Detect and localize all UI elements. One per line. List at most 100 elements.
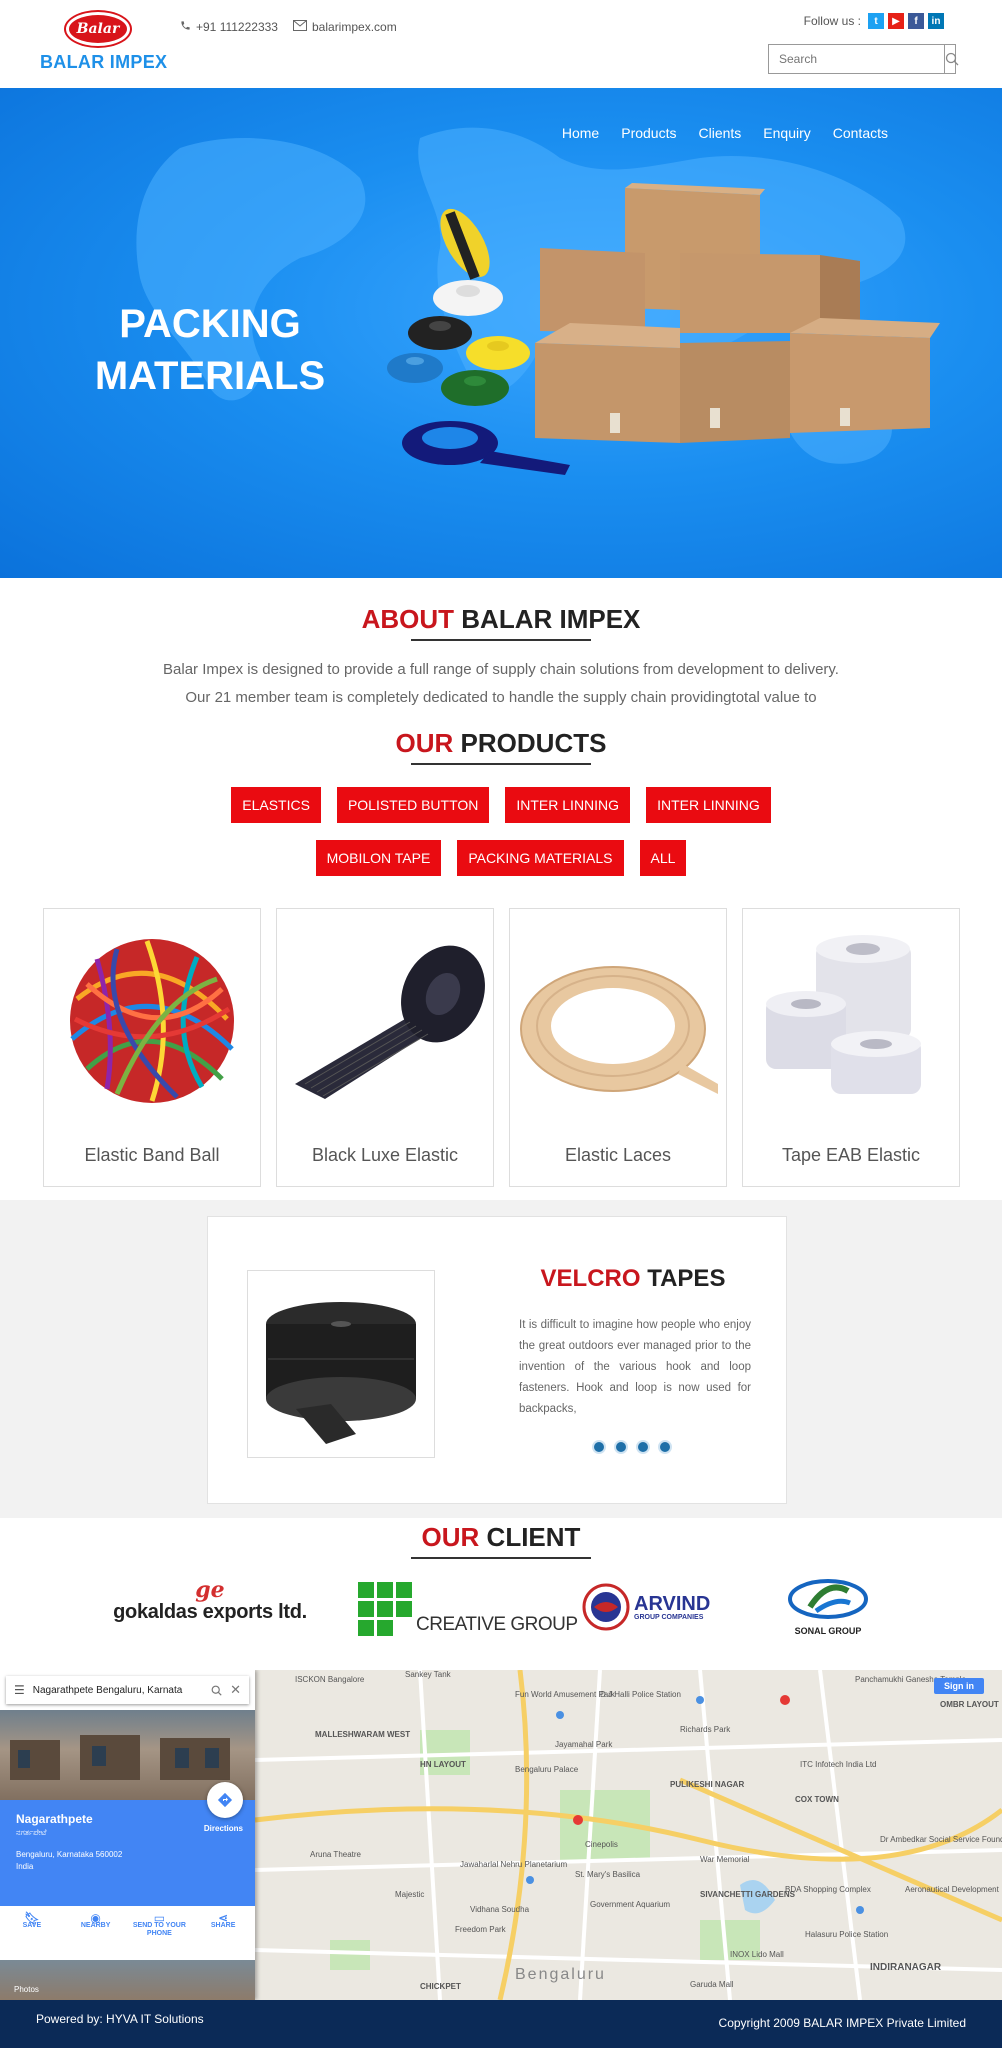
nearby-action[interactable]: ◉ NEARBY <box>68 1911 124 1930</box>
youtube-icon[interactable]: ▶ <box>888 13 904 29</box>
filter-elastics[interactable]: ELASTICS <box>231 787 321 823</box>
products-title-red: OUR <box>395 728 454 758</box>
slider-dot[interactable] <box>658 1440 672 1454</box>
nav-contacts[interactable]: Contacts <box>833 125 888 141</box>
feature-title: VELCRO TAPES <box>508 1265 758 1293</box>
arvind-mark <box>582 1583 630 1631</box>
title-underline <box>411 1557 591 1559</box>
google-map[interactable]: ISCKON Bangalore Sankey Tank Fun World A… <box>0 1670 1002 2000</box>
feature-card: VELCRO TAPES It is difficult to imagine … <box>207 1216 787 1504</box>
email-link[interactable]: balarimpex.com <box>312 20 397 34</box>
slider-dot[interactable] <box>592 1440 606 1454</box>
phone-send-icon: ▭ <box>153 1911 166 1925</box>
about-line2: Our 21 member team is completely dedicat… <box>185 689 817 706</box>
map-label: Dr Ambedkar Social Service Foundation <box>880 1835 1002 1844</box>
map-search-input[interactable] <box>32 1684 204 1696</box>
sonal-mark <box>788 1579 868 1619</box>
map-label: HN LAYOUT <box>420 1760 466 1769</box>
product-name[interactable]: Black Luxe Elastic <box>277 1145 493 1166</box>
email-contact: balarimpex.com <box>293 20 397 34</box>
nav-products[interactable]: Products <box>621 125 676 141</box>
creative-group-logo[interactable]: CREATIVE GROUP <box>358 1582 578 1636</box>
map-label: OMBR LAYOUT <box>940 1700 999 1709</box>
nav-enquiry[interactable]: Enquiry <box>763 125 810 141</box>
filter-inter-linning[interactable]: INTER LINNING <box>505 787 631 823</box>
product-filter-row1: ELASTICS POLISTED BUTTON INTER LINNING I… <box>0 787 1002 823</box>
nav-home[interactable]: Home <box>562 125 599 141</box>
map-label: INDIRANAGAR <box>870 1962 942 1973</box>
directions-button[interactable] <box>207 1782 243 1818</box>
gokaldas-name: gokaldas exports ltd. <box>113 1601 307 1623</box>
place-country: India <box>16 1862 34 1871</box>
share-action[interactable]: ⋖ SHARE <box>195 1911 251 1930</box>
about-line1: Balar Impex is designed to provide a ful… <box>163 661 839 678</box>
search-icon[interactable] <box>211 1685 222 1696</box>
feature-title-rest: TAPES <box>640 1265 726 1292</box>
brand-name[interactable]: BALAR IMPEX <box>40 52 167 73</box>
filter-inter-linning-2[interactable]: INTER LINNING <box>646 787 771 823</box>
map-label: Bengaluru Palace <box>515 1765 579 1774</box>
clients-title-red: OUR <box>421 1522 480 1552</box>
map-label: MALLESHWARAM WEST <box>315 1730 411 1739</box>
main-nav: Home Products Clients Enquiry Contacts <box>562 125 888 141</box>
brand-logo[interactable]: Balar <box>66 12 130 46</box>
arvind-subtitle: GROUP COMPANIES <box>634 1613 704 1621</box>
tape-eab-elastic-image <box>743 919 959 1119</box>
title-underline <box>411 763 591 765</box>
product-card[interactable]: Elastic Laces <box>509 908 727 1187</box>
place-local-name: ನಗರ್ತಪೇಟೆ <box>16 1828 47 1837</box>
velcro-tape-image <box>247 1270 435 1458</box>
hero-title: PACKING MATERIALS <box>60 298 360 402</box>
save-action[interactable]: 🔖︎ SAVE <box>4 1911 60 1930</box>
search-input[interactable] <box>769 45 944 73</box>
arvind-logo[interactable]: ARVIND GROUP COMPANIES <box>582 1583 710 1631</box>
map-sign-in-button[interactable]: Sign in <box>934 1678 984 1694</box>
menu-icon[interactable]: ☰ <box>14 1683 25 1697</box>
powered-by[interactable]: Powered by: HYVA IT Solutions <box>36 2012 204 2026</box>
phone-contact: +91 111222333 <box>180 20 278 34</box>
twitter-icon[interactable]: t <box>868 13 884 29</box>
product-filter-row2: MOBILON TAPE PACKING MATERIALS ALL <box>0 840 1002 876</box>
map-label: Aruna Theatre <box>310 1850 361 1859</box>
product-card[interactable]: Black Luxe Elastic <box>276 908 494 1187</box>
facebook-icon[interactable]: f <box>908 13 924 29</box>
close-icon[interactable]: ✕ <box>230 1682 241 1698</box>
share-icon: ⋖ <box>218 1911 229 1925</box>
slider-dots <box>592 1440 672 1454</box>
map-label: Jayamahal Park <box>555 1740 613 1749</box>
map-label: War Memorial <box>700 1855 750 1864</box>
product-name[interactable]: Elastic Band Ball <box>44 1145 260 1166</box>
products-title: OUR PRODUCTS <box>0 728 1002 765</box>
feature-title-red: VELCRO <box>540 1265 641 1292</box>
products-title-rest: PRODUCTS <box>453 728 607 758</box>
about-text: Balar Impex is designed to provide a ful… <box>0 656 1002 712</box>
product-card[interactable]: Tape EAB Elastic <box>742 908 960 1187</box>
sonal-group-logo[interactable]: SONAL GROUP <box>786 1577 870 1636</box>
slider-dot[interactable] <box>614 1440 628 1454</box>
photos-strip[interactable]: Photos <box>0 1960 255 2000</box>
filter-packing-materials[interactable]: PACKING MATERIALS <box>457 840 624 876</box>
filter-all[interactable]: ALL <box>639 840 687 876</box>
place-info: Nagarathpete ನಗರ್ತಪೇಟೆ Bengaluru, Karnat… <box>0 1782 255 1906</box>
map-label: SIVANCHETTI GARDENS <box>700 1890 795 1899</box>
filter-mobilon-tape[interactable]: MOBILON TAPE <box>315 840 442 876</box>
about-title-red: ABOUT <box>361 604 455 634</box>
search-button[interactable] <box>944 45 959 73</box>
gokaldas-logo[interactable]: ge gokaldas exports ltd. <box>110 1579 310 1624</box>
product-name[interactable]: Elastic Laces <box>510 1145 726 1166</box>
filter-polisted-button[interactable]: POLISTED BUTTON <box>336 787 490 823</box>
slider-dot[interactable] <box>636 1440 650 1454</box>
map-label: BDA Shopping Complex <box>785 1885 871 1894</box>
linkedin-icon[interactable]: in <box>928 13 944 29</box>
directions-label[interactable]: Directions <box>204 1824 243 1833</box>
bookmark-icon: 🔖︎ <box>24 1911 40 1925</box>
product-card[interactable]: Elastic Band Ball <box>43 908 261 1187</box>
nav-clients[interactable]: Clients <box>698 125 741 141</box>
nearby-icon: ◉ <box>90 1911 101 1925</box>
map-label: Garuda Mall <box>690 1980 734 1989</box>
title-underline <box>411 639 591 641</box>
send-to-phone-action[interactable]: ▭ SEND TO YOUR PHONE <box>131 1911 187 1938</box>
product-name[interactable]: Tape EAB Elastic <box>743 1145 959 1166</box>
hero-banner: Home Products Clients Enquiry Contacts P… <box>0 88 1002 578</box>
elastic-band-ball-image <box>44 919 260 1119</box>
